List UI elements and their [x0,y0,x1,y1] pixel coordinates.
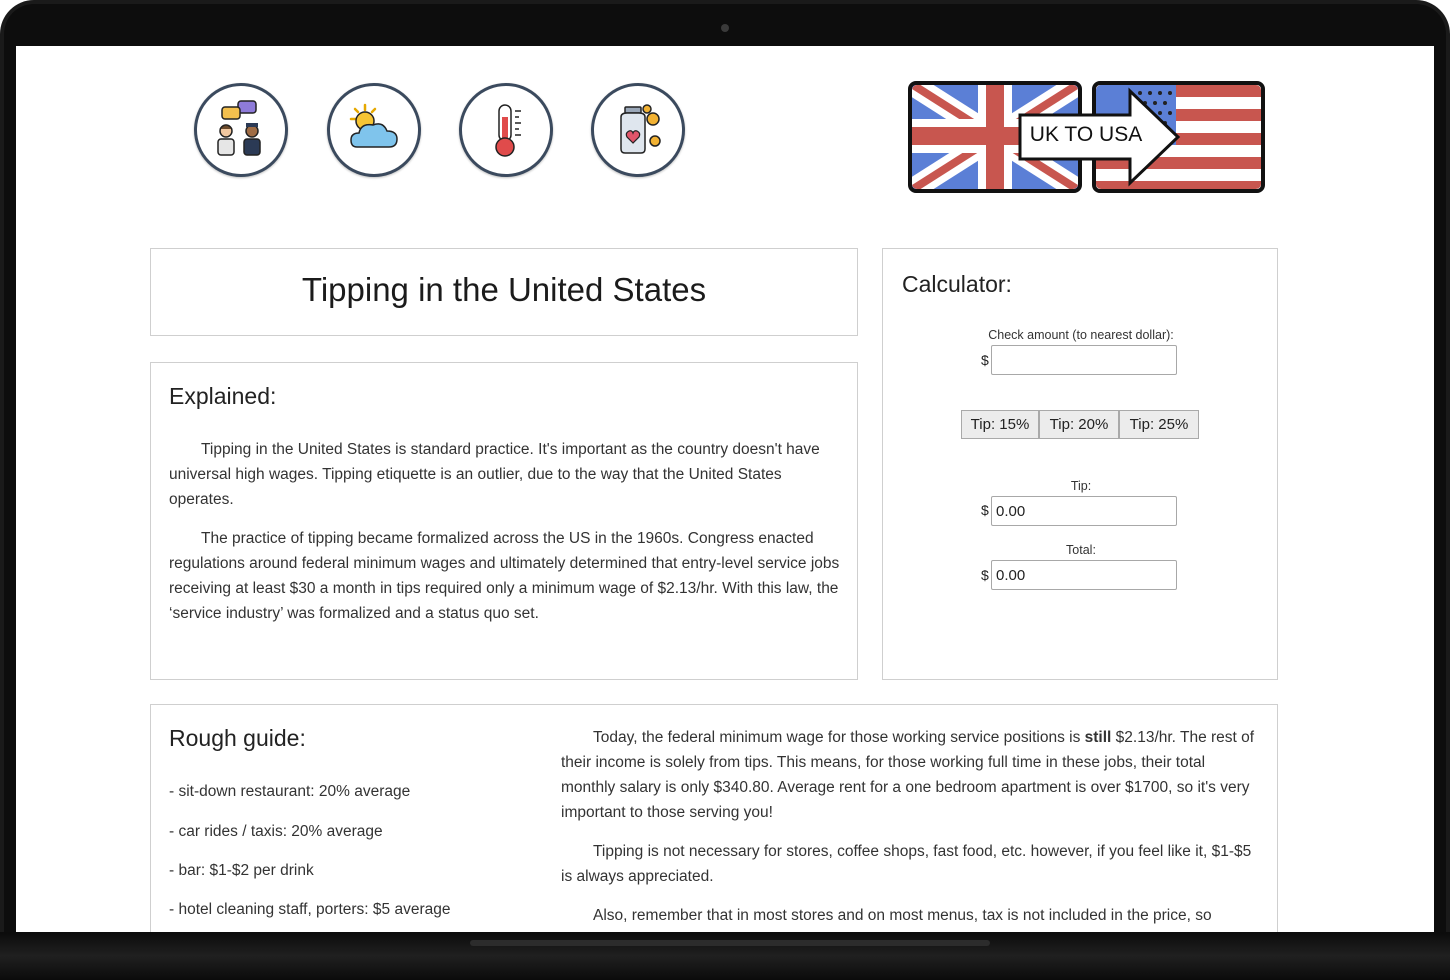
explained-paragraph-1: Tipping in the United States is standard… [169,441,820,508]
tip-dollar-sign: $ [981,502,989,518]
rough-guide-heading: Rough guide: [169,725,306,751]
tip-jar-icon[interactable] [591,83,685,177]
explained-heading: Explained: [169,383,277,409]
tip-output[interactable] [991,496,1177,526]
guide-paragraph-3: Also, remember that in most stores and o… [593,907,1212,924]
weather-sun-cloud-icon[interactable] [327,83,421,177]
guide-item: - hotel cleaning staff, porters: $5 aver… [169,901,451,918]
guide-paragraph-2: Tipping is not necessary for stores, cof… [561,843,1252,885]
weather-sun-cloud-icon-graphic [349,103,398,148]
guide-paragraph-1: Today, the federal minimum wage for thos… [561,725,1261,825]
page-title: Tipping in the United States [301,271,707,308]
check-dollar-sign: $ [981,352,989,368]
camera-icon [721,24,729,32]
rough-guide-card: Rough guide: - sit-down restaurant: 20% … [150,704,1278,932]
thermometer-icon-graphic [495,104,521,157]
guide-item: - car rides / taxis: 20% average [169,823,383,840]
conversation-people-icon[interactable] [194,83,288,177]
total-label: Total: [1066,543,1096,557]
title-card: Tipping in the United States [150,248,858,336]
uk-to-usa-badge[interactable]: UK TO USA [908,81,1265,195]
laptop-base-strip [470,940,990,946]
conversation-people-icon-graphic [217,100,261,156]
tip-label: Tip: [1070,479,1092,493]
guide-item: - bar: $1-$2 per drink [169,862,314,879]
tip-button-group: Tip: 15% Tip: 20% Tip: 25% [961,410,1199,439]
tip-25-button[interactable]: Tip: 25% [1119,410,1199,439]
check-amount-input[interactable] [991,345,1177,375]
explained-paragraph-2: The practice of tipping became formalize… [169,530,840,622]
thermometer-icon[interactable] [459,83,553,177]
total-output[interactable] [991,560,1177,590]
calculator-card: Calculator: Check amount (to nearest dol… [882,248,1278,680]
tip-15-button[interactable]: Tip: 15% [961,410,1039,439]
check-amount-label: Check amount (to nearest dollar): [988,328,1174,342]
guide-paragraph-1-start: Today, the federal minimum wage for thos… [593,729,1085,746]
guide-paragraph-1-emphasis: still [1084,729,1112,746]
explained-card: Explained: Tipping in the United States … [150,362,858,680]
calculator-heading: Calculator: [902,271,1012,297]
total-dollar-sign: $ [981,567,989,583]
guide-item: - sit-down restaurant: 20% average [169,783,411,800]
badge-text: UK TO USA [1029,123,1143,146]
tip-jar-icon-graphic [620,104,661,154]
screen: UK TO USA Tipping in the United States E… [16,46,1434,932]
tip-20-button[interactable]: Tip: 20% [1039,410,1119,439]
